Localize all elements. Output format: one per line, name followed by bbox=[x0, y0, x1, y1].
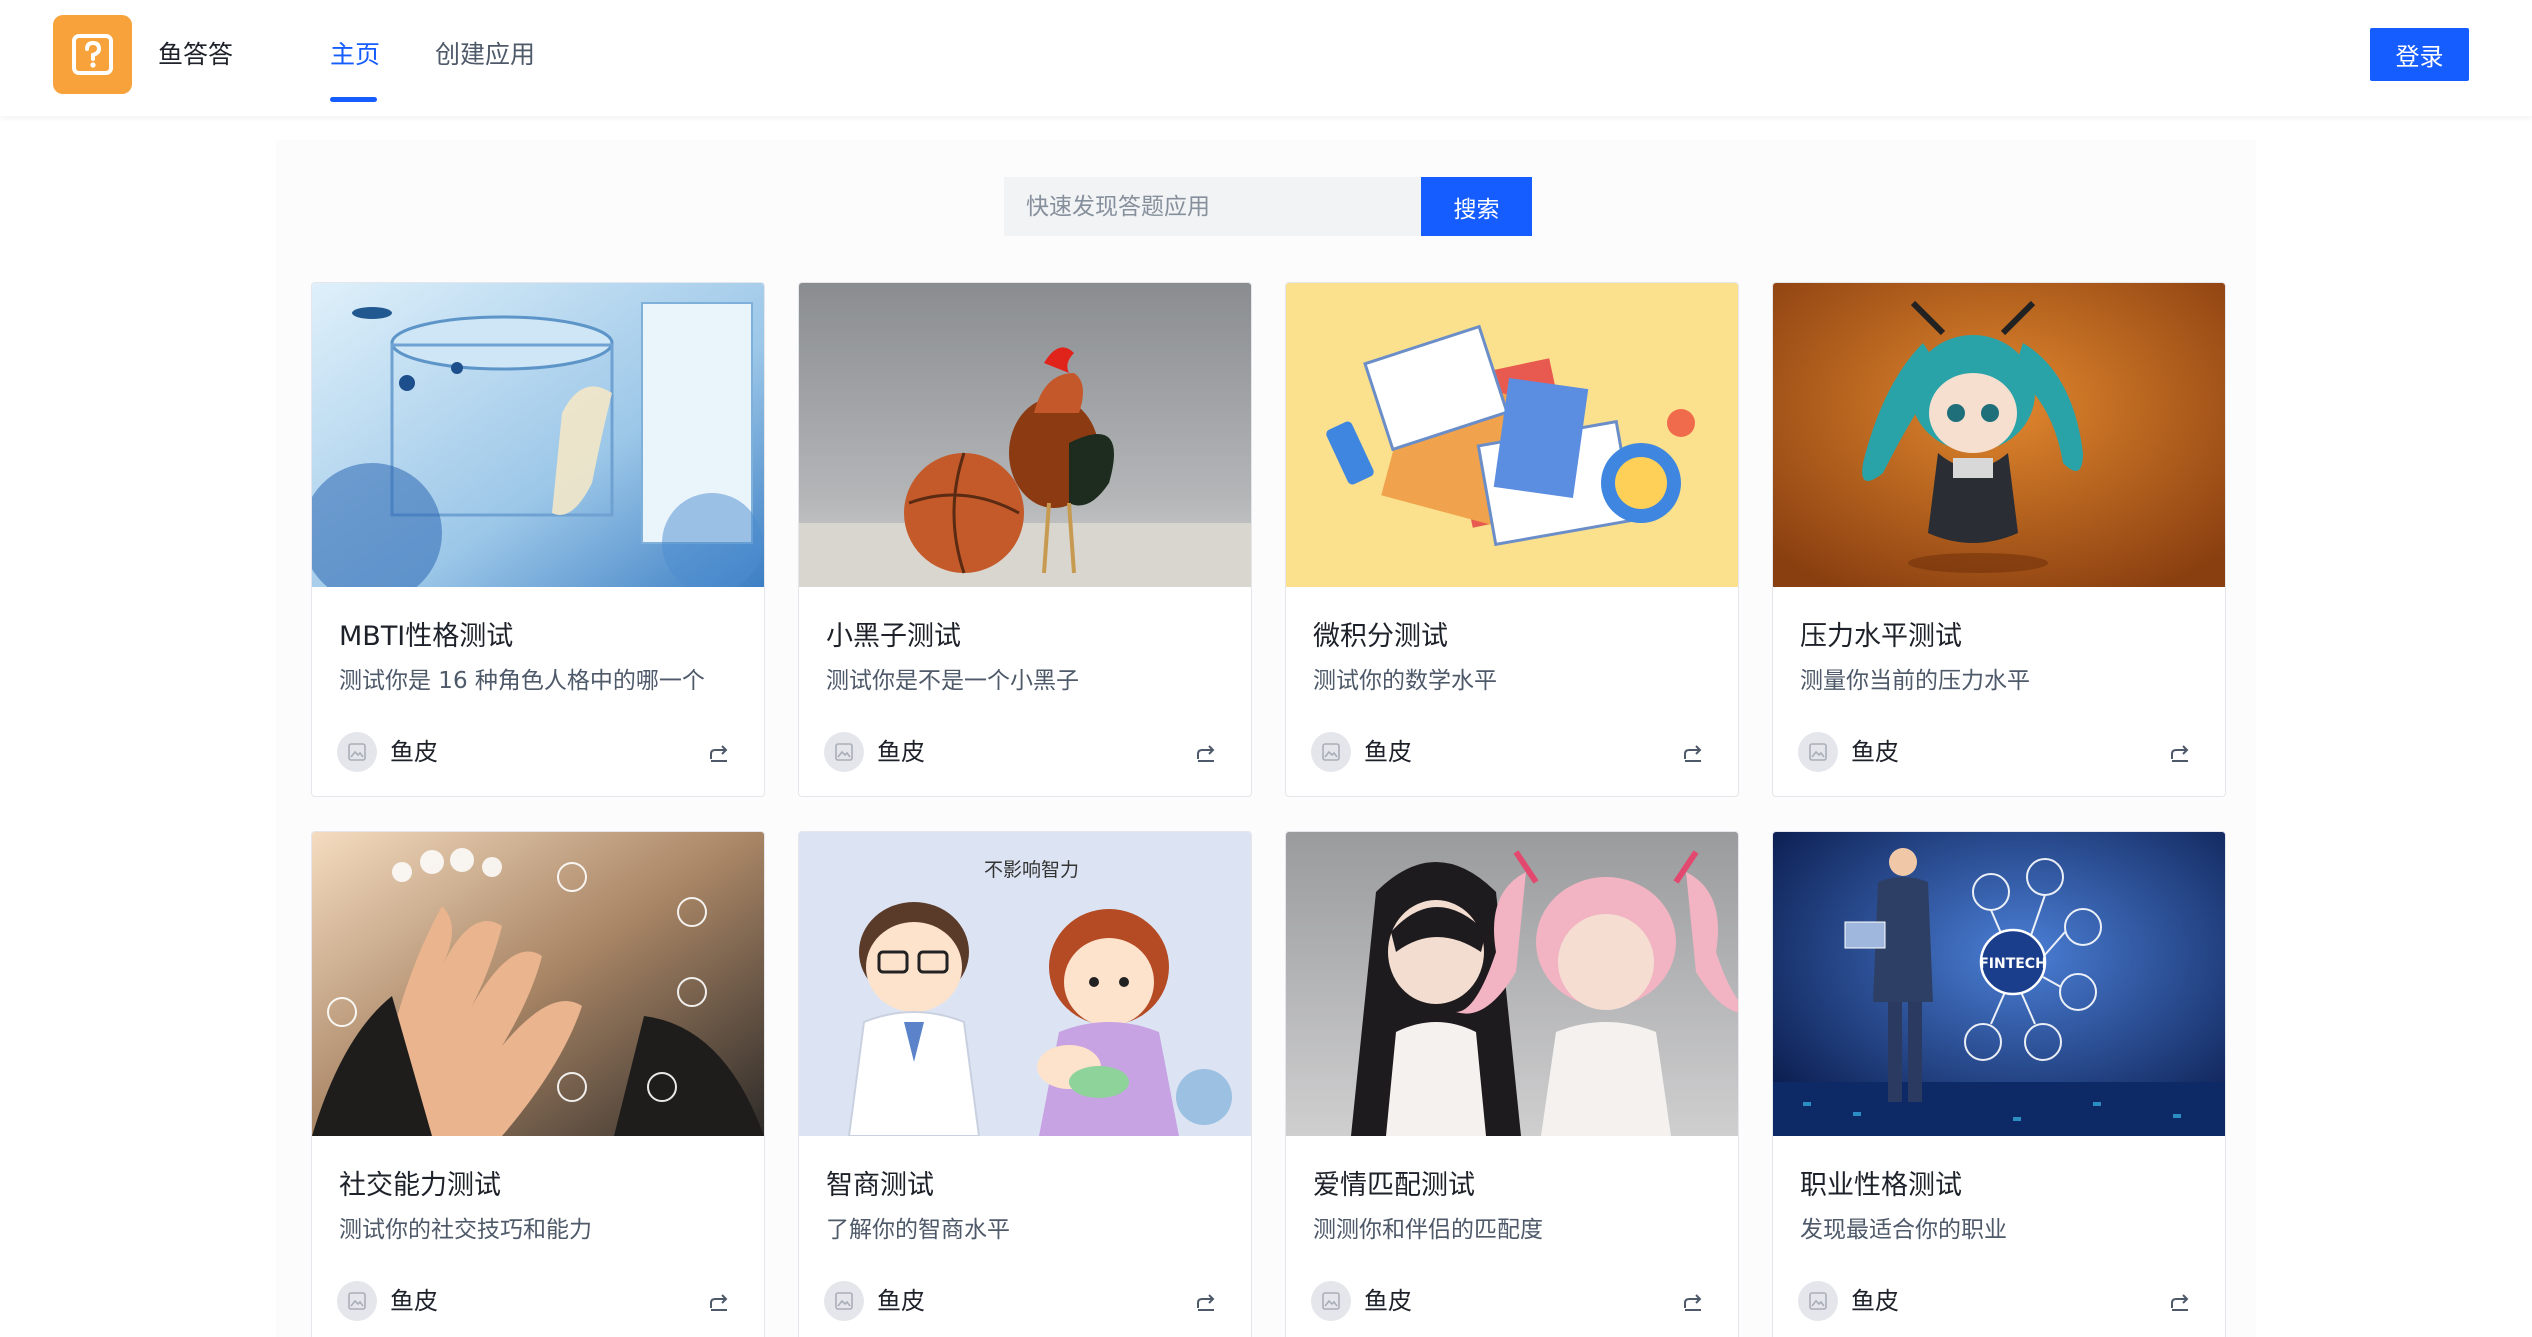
nav-create-app[interactable]: 创建应用 bbox=[435, 38, 535, 72]
search-input[interactable] bbox=[1004, 177, 1421, 236]
question-doc-icon bbox=[72, 34, 113, 75]
app-card-calculus[interactable]: 微积分测试 测试你的数学水平 鱼皮 bbox=[1285, 282, 1739, 797]
search-button[interactable]: 搜索 bbox=[1421, 177, 1532, 236]
app-card-social[interactable]: 社交能力测试 测试你的社交技巧和能力 鱼皮 bbox=[311, 831, 765, 1337]
card-title: 微积分测试 bbox=[1313, 621, 1448, 652]
share-icon[interactable] bbox=[1681, 1290, 1705, 1314]
card-title: 社交能力测试 bbox=[339, 1170, 501, 1201]
card-description: 测量你当前的压力水平 bbox=[1800, 668, 2030, 694]
image-placeholder-icon bbox=[835, 743, 853, 761]
image-placeholder-icon bbox=[1809, 1292, 1827, 1310]
author-avatar bbox=[1798, 732, 1838, 772]
author-name: 鱼皮 bbox=[1364, 738, 1412, 766]
app-card-xiaoheizi[interactable]: 小黑子测试 测试你是不是一个小黑子 鱼皮 bbox=[798, 282, 1252, 797]
share-icon[interactable] bbox=[2168, 1290, 2192, 1314]
share-icon[interactable] bbox=[707, 741, 731, 765]
card-cover-image: 不影响智力 bbox=[799, 832, 1251, 1136]
author-avatar bbox=[337, 1281, 377, 1321]
image-placeholder-icon bbox=[1322, 1292, 1340, 1310]
app-logo[interactable] bbox=[53, 15, 132, 94]
author-name: 鱼皮 bbox=[1364, 1287, 1412, 1315]
author-name: 鱼皮 bbox=[390, 1287, 438, 1315]
card-cover-image bbox=[1773, 283, 2225, 587]
app-card-love[interactable]: 爱情匹配测试 测测你和伴侣的匹配度 鱼皮 bbox=[1285, 831, 1739, 1337]
image-placeholder-icon bbox=[835, 1292, 853, 1310]
card-title: 爱情匹配测试 bbox=[1313, 1170, 1475, 1201]
card-description: 测试你是 16 种角色人格中的哪一个 bbox=[339, 668, 705, 694]
app-card-career[interactable]: FINTECH 职业性格测试 发现最适合你的职业 鱼皮 bbox=[1772, 831, 2226, 1337]
author-name: 鱼皮 bbox=[1851, 1287, 1899, 1315]
author-avatar bbox=[1311, 732, 1351, 772]
card-cover-image bbox=[1286, 283, 1738, 587]
card-description: 了解你的智商水平 bbox=[826, 1217, 1010, 1243]
card-description: 测测你和伴侣的匹配度 bbox=[1313, 1217, 1543, 1243]
card-cover-image bbox=[1286, 832, 1738, 1136]
card-description: 测试你是不是一个小黑子 bbox=[826, 668, 1079, 694]
author-avatar bbox=[337, 732, 377, 772]
app-card-stress[interactable]: 压力水平测试 测量你当前的压力水平 鱼皮 bbox=[1772, 282, 2226, 797]
login-button[interactable]: 登录 bbox=[2370, 28, 2469, 81]
image-placeholder-icon bbox=[1809, 743, 1827, 761]
author-avatar bbox=[1311, 1281, 1351, 1321]
share-icon[interactable] bbox=[1194, 1290, 1218, 1314]
card-title: MBTI性格测试 bbox=[339, 621, 514, 652]
top-navbar: 鱼答答 主页 创建应用 登录 bbox=[0, 0, 2532, 116]
share-icon[interactable] bbox=[2168, 741, 2192, 765]
card-cover-image bbox=[799, 283, 1251, 587]
share-icon[interactable] bbox=[1681, 741, 1705, 765]
card-cover-image bbox=[312, 283, 764, 587]
author-avatar bbox=[1798, 1281, 1838, 1321]
author-name: 鱼皮 bbox=[390, 738, 438, 766]
card-title: 压力水平测试 bbox=[1800, 621, 1962, 652]
iq-bubble-text: 不影响智力 bbox=[984, 859, 1079, 881]
card-cover-image: FINTECH bbox=[1773, 832, 2225, 1136]
image-placeholder-icon bbox=[1322, 743, 1340, 761]
image-placeholder-icon bbox=[348, 743, 366, 761]
image-placeholder-icon bbox=[348, 1292, 366, 1310]
author-avatar bbox=[824, 1281, 864, 1321]
author-avatar bbox=[824, 732, 864, 772]
author-name: 鱼皮 bbox=[877, 1287, 925, 1315]
app-name[interactable]: 鱼答答 bbox=[158, 38, 233, 72]
fintech-hub-label: FINTECH bbox=[1979, 956, 2047, 972]
app-card-mbti[interactable]: MBTI性格测试 测试你是 16 种角色人格中的哪一个 鱼皮 bbox=[311, 282, 765, 797]
share-icon[interactable] bbox=[707, 1290, 731, 1314]
card-description: 发现最适合你的职业 bbox=[1800, 1217, 2007, 1243]
card-title: 职业性格测试 bbox=[1800, 1170, 1962, 1201]
author-name: 鱼皮 bbox=[1851, 738, 1899, 766]
card-cover-image bbox=[312, 832, 764, 1136]
app-card-iq[interactable]: 不影响智力 智商测试 了解你的智商水平 鱼皮 bbox=[798, 831, 1252, 1337]
share-icon[interactable] bbox=[1194, 741, 1218, 765]
card-title: 智商测试 bbox=[826, 1170, 934, 1201]
card-description: 测试你的社交技巧和能力 bbox=[339, 1217, 592, 1243]
nav-active-indicator bbox=[330, 97, 377, 102]
card-description: 测试你的数学水平 bbox=[1313, 668, 1497, 694]
search-bar: 搜索 bbox=[1004, 177, 1532, 236]
author-name: 鱼皮 bbox=[877, 738, 925, 766]
card-title: 小黑子测试 bbox=[826, 621, 961, 652]
nav-home[interactable]: 主页 bbox=[330, 38, 380, 72]
